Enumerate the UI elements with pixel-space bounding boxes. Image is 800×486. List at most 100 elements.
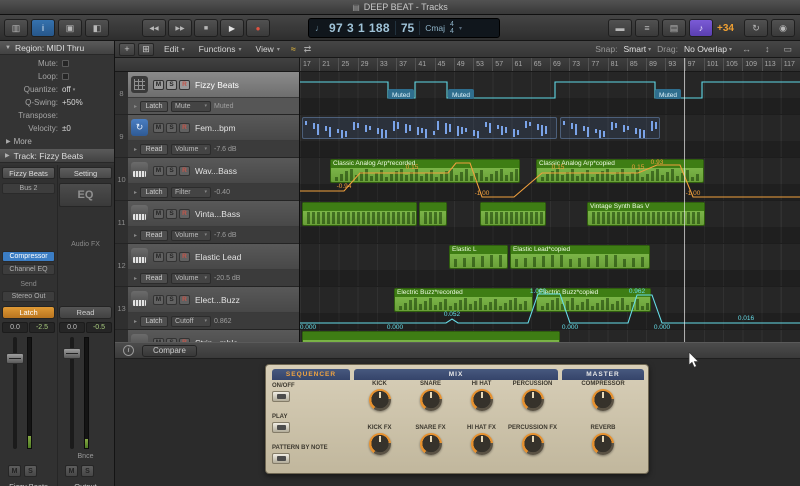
mute-button[interactable]: M bbox=[153, 122, 164, 133]
ruler-tick[interactable]: 57 bbox=[492, 58, 511, 71]
ruler-tick[interactable]: 93 bbox=[665, 58, 684, 71]
ruler-tick[interactable]: 89 bbox=[646, 58, 665, 71]
note-pads-icon[interactable]: ▤ bbox=[662, 19, 686, 37]
ruler-tick[interactable]: 25 bbox=[338, 58, 357, 71]
ruler-tick[interactable]: 49 bbox=[453, 58, 473, 71]
ruler-tick[interactable]: 21 bbox=[319, 58, 338, 71]
mute-button-left[interactable]: M bbox=[8, 465, 21, 477]
disclosure-right-icon[interactable]: ▸ bbox=[134, 189, 137, 196]
zoom-horizontal-icon[interactable]: ↔ bbox=[742, 44, 751, 54]
param-checkbox[interactable] bbox=[62, 60, 69, 67]
record-enable-button[interactable]: R bbox=[179, 165, 190, 176]
record-button[interactable]: ● bbox=[246, 19, 270, 37]
ruler-tick[interactable]: 85 bbox=[626, 58, 646, 71]
send-slot[interactable]: Bus 2 bbox=[2, 183, 55, 194]
lcd-display[interactable]: ♩ 97 3 1 188 75 Cmaj 44 ▾ bbox=[308, 18, 500, 38]
master-volume-icon[interactable]: ▬ bbox=[608, 19, 632, 37]
automation-param-button[interactable]: Volume ▾ bbox=[171, 143, 212, 155]
inspector-param[interactable]: Transpose: bbox=[0, 109, 114, 122]
forward-button[interactable]: ▶▶ bbox=[168, 19, 192, 37]
mute-button[interactable]: M bbox=[153, 165, 164, 176]
menu-edit[interactable]: Edit ▾ bbox=[164, 44, 185, 54]
add-track-button[interactable]: + bbox=[119, 42, 135, 56]
track-header[interactable]: 8 M S R Fizzy Beats ▸ Latch Mute ▾ Muted bbox=[115, 72, 299, 115]
automation-mode-button[interactable]: Read bbox=[140, 143, 169, 155]
more-row[interactable]: ▶ More bbox=[0, 135, 114, 147]
ruler-tick[interactable]: 101 bbox=[703, 58, 723, 71]
knob[interactable] bbox=[521, 389, 544, 411]
region[interactable] bbox=[419, 202, 447, 226]
knob[interactable] bbox=[368, 433, 391, 455]
knob[interactable] bbox=[470, 389, 493, 411]
track-lane[interactable] bbox=[300, 115, 800, 158]
output-slot[interactable]: Stereo Out bbox=[2, 291, 55, 302]
track-header[interactable]: 13 M S R Elect...Buzz ▸ Latch Cutoff ▾ 0.862 bbox=[115, 287, 299, 330]
ruler-tick[interactable]: 41 bbox=[415, 58, 434, 71]
track-lane[interactable]: Electric Buzz*recorded Electric Buzz*copi… bbox=[300, 287, 800, 330]
fader-handle-left[interactable] bbox=[6, 353, 24, 364]
automation-mode-button[interactable]: Latch bbox=[140, 186, 169, 198]
mute-button[interactable]: M bbox=[153, 251, 164, 262]
inspector-param[interactable]: Velocity: ±0 bbox=[0, 122, 114, 135]
waveform-zoom-icon[interactable]: ▭ bbox=[783, 44, 792, 55]
automation-param-button[interactable]: Cutoff ▾ bbox=[171, 315, 212, 327]
mute-button[interactable]: M bbox=[153, 208, 164, 219]
play-button[interactable]: ▶ bbox=[220, 19, 244, 37]
record-enable-button[interactable]: R bbox=[179, 294, 190, 305]
snap-menu[interactable]: Smart ▾ bbox=[623, 44, 651, 54]
menu-view[interactable]: View ▾ bbox=[256, 44, 280, 54]
sequencer-control-button[interactable] bbox=[272, 391, 290, 402]
varispeed-badge[interactable]: +34 bbox=[717, 23, 734, 34]
record-enable-button[interactable]: R bbox=[179, 251, 190, 262]
inspector-param[interactable]: Loop: bbox=[0, 70, 114, 83]
eq-thumbnail[interactable]: EQ bbox=[59, 183, 112, 207]
solo-button[interactable]: S bbox=[166, 294, 177, 305]
setting-button[interactable]: Setting bbox=[59, 167, 112, 179]
cycle-icon[interactable]: ↻ bbox=[744, 19, 768, 37]
disclosure-right-icon[interactable]: ▸ bbox=[134, 103, 137, 110]
key-signature[interactable]: Cmaj bbox=[425, 23, 445, 33]
region[interactable] bbox=[480, 202, 546, 226]
automation-icon[interactable]: ≈ bbox=[291, 44, 296, 54]
mute-button[interactable]: M bbox=[153, 294, 164, 305]
fx-slot[interactable]: Compressor bbox=[2, 251, 55, 262]
knob[interactable] bbox=[368, 389, 391, 411]
region[interactable]: Classic Analog Arp*copied bbox=[536, 159, 704, 183]
automation-mode-left[interactable]: Latch bbox=[2, 306, 55, 319]
fader-handle-right[interactable] bbox=[63, 348, 81, 359]
ruler-tick[interactable]: 33 bbox=[376, 58, 396, 71]
drag-menu[interactable]: No Overlap ▾ bbox=[684, 44, 732, 54]
automation-param-button[interactable]: Volume ▾ bbox=[171, 272, 212, 284]
rewind-button[interactable]: ◀◀ bbox=[142, 19, 166, 37]
track-header[interactable]: 12 M S R Elastic Lead ▸ Read Volume ▾ -20.5 dB bbox=[115, 244, 299, 287]
sequencer-control-button[interactable] bbox=[272, 422, 290, 433]
automation-param-button[interactable]: Volume ▾ bbox=[171, 229, 212, 241]
channel-name-button[interactable]: Fizzy Beats bbox=[2, 167, 55, 179]
fx-slot[interactable]: Channel EQ bbox=[2, 264, 55, 275]
info-icon[interactable]: i bbox=[123, 345, 134, 356]
ruler-tick[interactable]: 97 bbox=[684, 58, 704, 71]
library-icon[interactable]: ▥ bbox=[4, 19, 28, 37]
automation-param-button[interactable]: Mute ▾ bbox=[171, 100, 212, 112]
playhead[interactable] bbox=[684, 58, 685, 342]
automation-mode-button[interactable]: Read bbox=[140, 272, 169, 284]
region[interactable]: Electric Buzz*recorded bbox=[394, 288, 533, 312]
region[interactable]: Classic Analog Arp*recorded bbox=[330, 159, 520, 183]
track-inspector-header[interactable]: ▶ Track: Fizzy Beats bbox=[0, 149, 114, 163]
knob[interactable] bbox=[419, 433, 442, 455]
ruler-tick[interactable]: 77 bbox=[588, 58, 607, 71]
ruler-tick[interactable]: 73 bbox=[569, 58, 588, 71]
param-checkbox[interactable] bbox=[62, 73, 69, 80]
track-lane[interactable] bbox=[300, 330, 800, 342]
region[interactable]: Vintage Synth Bas V bbox=[587, 202, 705, 226]
ruler-tick[interactable]: 29 bbox=[357, 58, 377, 71]
ruler-tick[interactable]: 61 bbox=[511, 58, 531, 71]
ruler-tick[interactable]: 53 bbox=[473, 58, 492, 71]
automation-param-button[interactable]: Filter ▾ bbox=[171, 186, 212, 198]
bar-ruler[interactable]: 17 21 25 29 33 37 41 45 49 53 57 61 65 69 73 77 81 85 89 93… bbox=[300, 58, 800, 72]
stop-button[interactable]: ■ bbox=[194, 19, 218, 37]
disclosure-right-icon[interactable]: ▸ bbox=[134, 232, 137, 239]
volume-value-right[interactable]: -0.5 bbox=[86, 322, 112, 333]
toolbox-icon[interactable]: ▣ bbox=[58, 19, 82, 37]
track-lane[interactable]: Classic Analog Arp*recorded Classic Analo… bbox=[300, 158, 800, 201]
